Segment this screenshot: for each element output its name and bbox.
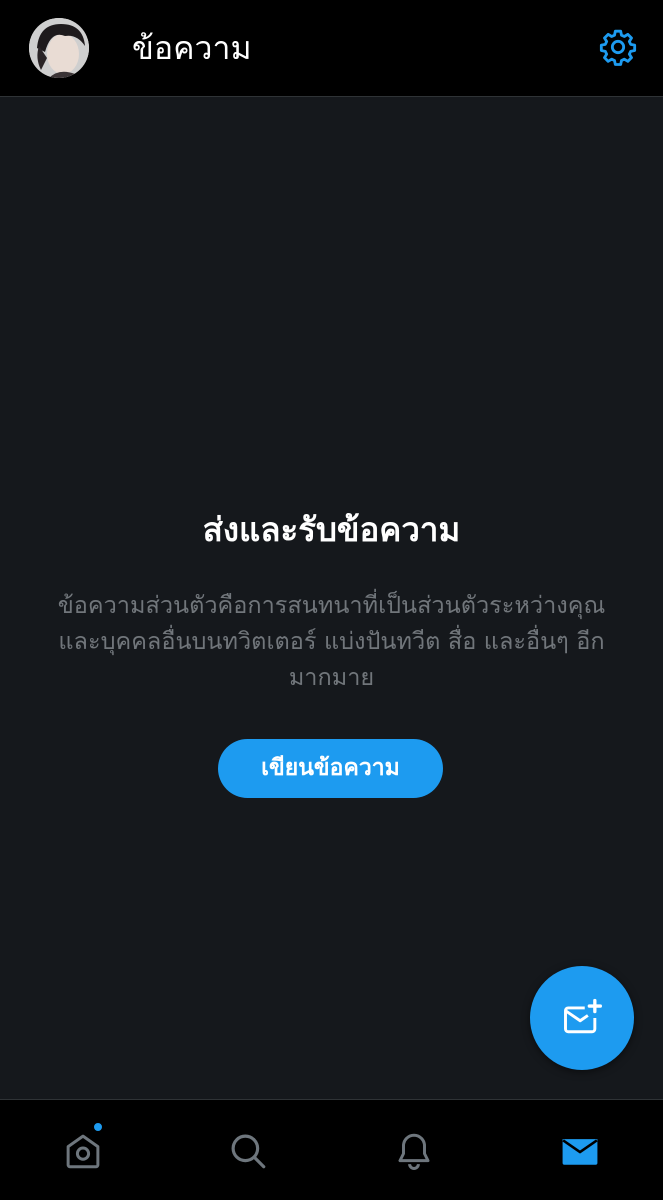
gear-icon	[599, 29, 637, 66]
nav-notifications[interactable]	[354, 1100, 474, 1200]
empty-state-description: ข้อความส่วนตัวคือการสนทนาที่เป็นส่วนตัวร…	[57, 591, 606, 691]
messages-screen: ข้อความ ส่งและรับข้อความ ข้อความส่วนตัวค…	[0, 0, 663, 1200]
home-notification-dot	[92, 1121, 104, 1133]
avatar[interactable]	[29, 18, 89, 78]
home-icon	[66, 1134, 100, 1168]
new-message-fab[interactable]	[530, 966, 634, 1070]
search-icon	[231, 1134, 266, 1168]
nav-messages[interactable]	[520, 1100, 640, 1200]
nav-search[interactable]	[188, 1100, 308, 1200]
write-message-button[interactable]: เขียนข้อความ	[218, 739, 443, 798]
settings-button[interactable]	[597, 26, 639, 68]
bell-icon	[398, 1133, 430, 1170]
envelope-icon	[562, 1138, 598, 1165]
page-title: ข้อความ	[132, 29, 252, 67]
bottom-navigation	[0, 1099, 663, 1200]
new-message-icon	[564, 998, 602, 1034]
avatar-image	[29, 18, 89, 78]
nav-home[interactable]	[23, 1100, 143, 1200]
top-bar: ข้อความ	[0, 0, 663, 97]
empty-state-title: ส่งและรับข้อความ	[202, 510, 461, 549]
